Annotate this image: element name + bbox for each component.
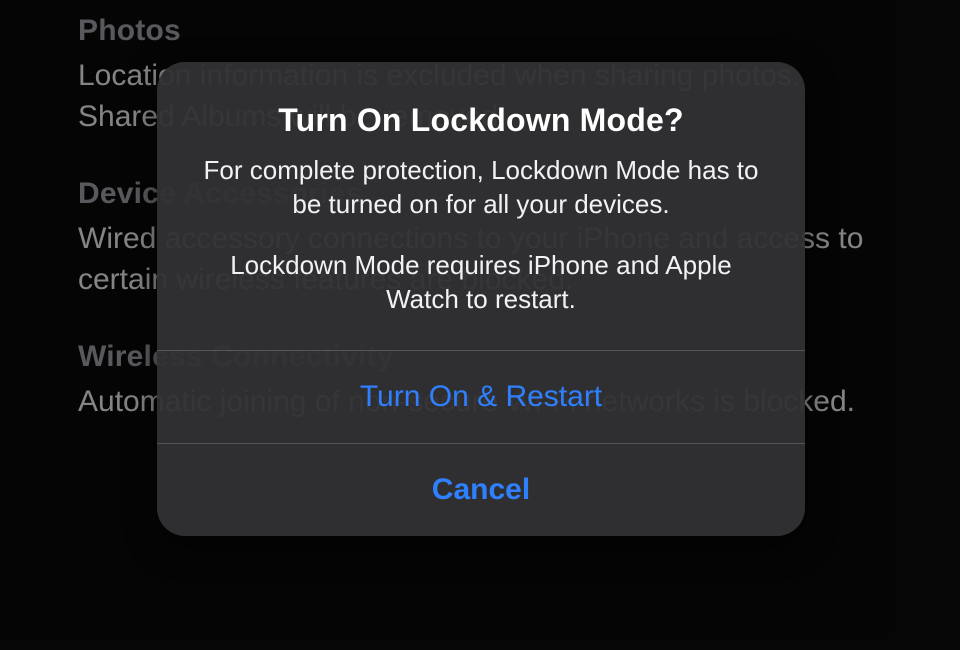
turn-on-and-restart-button[interactable]: Turn On & Restart [157,351,805,443]
alert-message-1: For complete protection, Lockdown Mode h… [193,153,769,222]
alert-title: Turn On Lockdown Mode? [193,102,769,139]
button-label: Cancel [432,473,530,507]
button-label: Turn On & Restart [360,380,602,414]
lockdown-mode-alert: Turn On Lockdown Mode? For complete prot… [157,62,805,536]
alert-header: Turn On Lockdown Mode? For complete prot… [157,62,805,350]
alert-message-2: Lockdown Mode requires iPhone and Apple … [193,248,769,317]
cancel-button[interactable]: Cancel [157,444,805,536]
